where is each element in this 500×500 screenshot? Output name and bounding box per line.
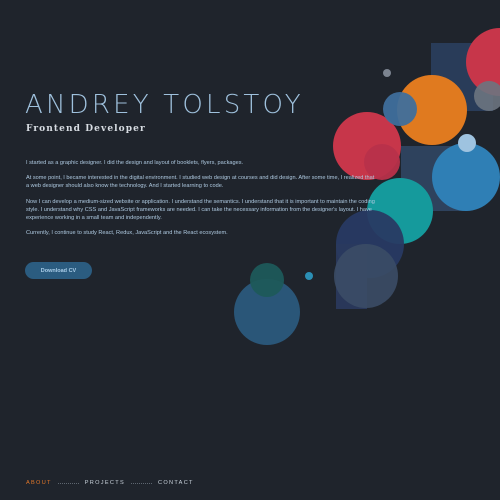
decorative-circles-illustration [234,28,500,345]
deco-blue-dot-small [305,272,313,280]
deco-gray-dot-small [383,69,391,77]
deco-teal-circle-small [250,263,284,297]
nav-item-projects[interactable]: PROJECTS [85,480,125,486]
about-paragraph: Currently, I continue to study React, Re… [26,230,228,237]
deco-light-blue-dot [458,134,476,152]
download-cv-button[interactable]: Download CV [25,262,92,279]
nav-item-about[interactable]: ABOUT [26,480,52,486]
about-paragraph: Now I can develop a medium-sized website… [26,198,375,222]
deco-blue-circle-right [432,143,500,211]
about-text: I started as a graphic designer. I did t… [26,159,376,244]
about-paragraph: I started as a graphic designer. I did t… [26,160,244,166]
deco-slate-circle-lower [334,244,398,308]
nav-separator [131,482,153,484]
hero-role: Frontend Developer [26,124,146,134]
deco-steel-circle [383,92,417,126]
hero-name: ANDREY TOLSTOY [25,90,304,120]
bottom-navigation: ABOUT PROJECTS CONTACT [26,480,194,486]
nav-item-contact[interactable]: CONTACT [158,480,194,486]
about-page: ANDREY TOLSTOY Frontend Developer I star… [0,0,500,500]
about-paragraph: At some point, I became interested in th… [26,175,375,190]
nav-separator [57,482,79,484]
